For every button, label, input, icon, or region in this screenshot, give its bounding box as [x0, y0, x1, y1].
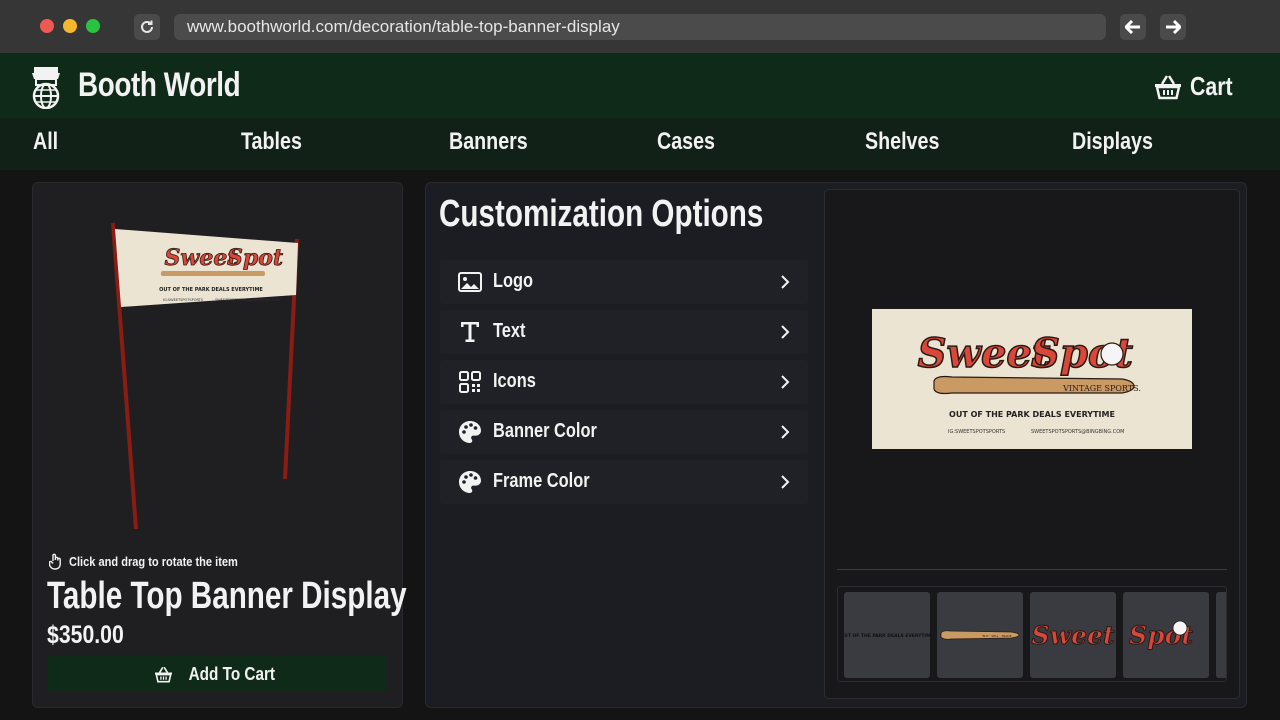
booth-logo-icon[interactable]	[28, 65, 64, 109]
add-to-cart-button[interactable]: Add To Cart	[48, 656, 388, 692]
category-displays[interactable]: Displays	[1072, 128, 1153, 156]
site-header: Booth World Cart	[0, 53, 1280, 118]
add-to-cart-label: Add To Cart	[188, 663, 275, 684]
reload-icon	[141, 20, 153, 33]
banner-instagram: IG:SWEETSPOTSPORTS	[948, 429, 1005, 435]
preview-email: SWEETSPOTSPORTS@BINGBING.COM	[215, 298, 280, 302]
cart-button[interactable]: Cart	[1154, 71, 1242, 102]
tagline-thumb-art: OUT OF THE PARK DEALS EVERYTIME	[844, 633, 930, 639]
grid-icon	[459, 371, 481, 393]
option-icons[interactable]: Icons	[440, 360, 808, 404]
preview-instagram: IG:SWEETSPOTSPORTS	[163, 298, 204, 302]
option-label: Icons	[493, 370, 536, 392]
window-minimize-button[interactable]	[63, 19, 77, 33]
window-close-button[interactable]	[40, 19, 54, 33]
preview-divider	[837, 569, 1227, 570]
sweet-thumb-art: Sweet	[1031, 621, 1115, 651]
option-text[interactable]: Text	[440, 310, 808, 354]
option-frame-color[interactable]: Frame Color	[440, 460, 808, 504]
option-label: Frame Color	[493, 470, 590, 492]
image-icon	[458, 272, 482, 292]
reload-button[interactable]	[134, 14, 160, 40]
rotate-hint-text: Click and drag to rotate the item	[69, 554, 238, 569]
palette-icon	[459, 421, 481, 443]
option-label: Text	[493, 320, 526, 342]
chevron-right-icon	[781, 425, 790, 439]
brand-name[interactable]: Booth World	[78, 66, 241, 105]
spot-thumb-art: Spot	[1129, 621, 1194, 651]
thumb-tagline-text: OUT OF THE PARK DEALS EVERYTIME	[844, 633, 930, 639]
cart-label: Cart	[1189, 71, 1233, 101]
chevron-right-icon	[781, 375, 790, 389]
thumb-sweet-text: Sweet	[1032, 621, 1115, 650]
arrow-right-icon	[1166, 20, 1181, 34]
thumbnail-tagline[interactable]: OUT OF THE PARK DEALS EVERYTIME	[844, 592, 930, 678]
palette-icon	[459, 471, 481, 493]
browser-chrome: www.boothworld.com/decoration/table-top-…	[0, 0, 1280, 53]
banner-email: SWEETSPOTSPORTS@BINGBING.COM	[1031, 429, 1125, 435]
text-icon	[461, 322, 479, 342]
category-nav: All Tables Banners Cases Shelves Display…	[0, 118, 1280, 170]
option-label: Banner Color	[493, 420, 597, 442]
thumb-bat-text: BUY · SELL · TRADE	[982, 634, 1011, 638]
option-label: Logo	[493, 270, 534, 292]
back-button[interactable]	[1120, 14, 1146, 40]
category-shelves[interactable]: Shelves	[865, 128, 939, 156]
baseball-icon	[1100, 342, 1124, 366]
customization-title: Customization Options	[439, 193, 764, 235]
banner-design-preview: Sweet Spot VINTAGE SPORTS. OUT OF THE PA…	[824, 189, 1240, 699]
banner-3d-preview[interactable]: Sweet Spot OUT OF THE PARK DEALS EVERYTI…	[103, 213, 333, 533]
product-title: Table Top Banner Display	[47, 575, 407, 617]
rotate-hint: Click and drag to rotate the item	[49, 553, 268, 570]
product-panel: Sweet Spot OUT OF THE PARK DEALS EVERYTI…	[32, 182, 407, 708]
address-bar[interactable]: www.boothworld.com/decoration/table-top-…	[174, 14, 1106, 40]
category-tables[interactable]: Tables	[241, 128, 302, 156]
basket-icon	[1154, 74, 1181, 99]
bat-thumb-art: BUY · SELL · TRADE	[940, 630, 1020, 640]
chevron-right-icon	[781, 475, 790, 489]
chevron-right-icon	[781, 275, 790, 289]
preview-tagline: OUT OF THE PARK DEALS EVERYTIME	[159, 287, 263, 293]
banner-artwork[interactable]: Sweet Spot VINTAGE SPORTS. OUT OF THE PA…	[872, 309, 1192, 449]
banner-subtitle: VINTAGE SPORTS.	[1062, 384, 1141, 393]
layer-thumbnail-strip: OUT OF THE PARK DEALS EVERYTIME BUY · SE…	[837, 586, 1227, 682]
thumbnail-bat[interactable]: BUY · SELL · TRADE	[937, 592, 1023, 678]
window-maximize-button[interactable]	[86, 19, 100, 33]
thumbnail-more[interactable]	[1216, 592, 1226, 678]
arrow-left-icon	[1125, 20, 1140, 34]
preview-logo-text-2: Spot	[227, 245, 283, 271]
category-all[interactable]: All	[33, 128, 58, 156]
thumbnail-spot[interactable]: Spot	[1123, 592, 1209, 678]
chevron-right-icon	[781, 325, 790, 339]
customization-panel: Customization Options Logo Text Icons Ba…	[425, 182, 1247, 708]
thumbnail-sweet[interactable]: Sweet	[1030, 592, 1116, 678]
basket-icon	[154, 666, 172, 683]
option-logo[interactable]: Logo	[440, 260, 808, 304]
product-price: $350.00	[47, 621, 124, 649]
forward-button[interactable]	[1160, 14, 1186, 40]
option-banner-color[interactable]: Banner Color	[440, 410, 808, 454]
hand-pointer-icon	[49, 553, 61, 570]
category-cases[interactable]: Cases	[657, 128, 715, 156]
category-banners[interactable]: Banners	[449, 128, 528, 156]
banner-tagline: OUT OF THE PARK DEALS EVERYTIME	[949, 410, 1115, 419]
